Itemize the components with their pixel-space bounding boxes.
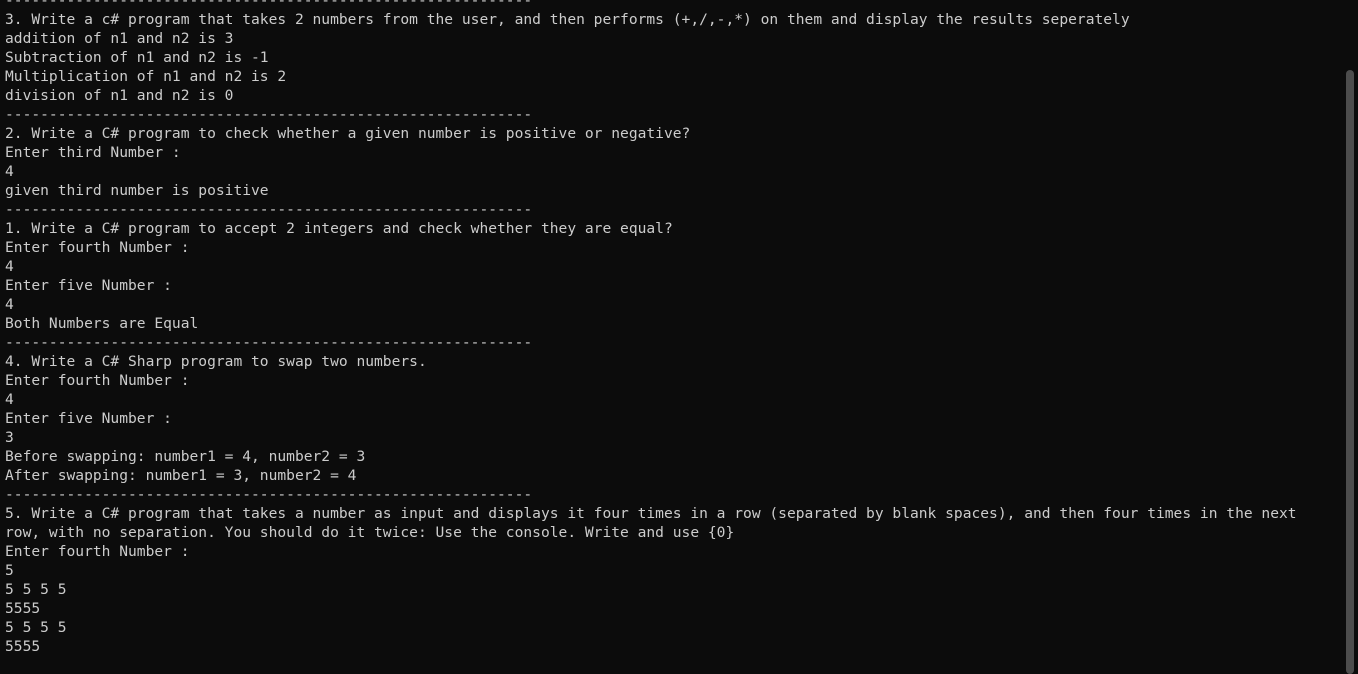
console-line: given third number is positive: [5, 182, 269, 199]
console-line: 5: [5, 562, 14, 579]
console-line: ----------------------------------------…: [5, 0, 533, 9]
console-line: Multiplication of n1 and n2 is 2: [5, 68, 287, 85]
console-line: row, with no separation. You should do i…: [5, 524, 735, 541]
console-line: 5555: [5, 600, 41, 617]
scrollbar-thumb[interactable]: [1346, 70, 1354, 674]
console-line: ----------------------------------------…: [5, 106, 533, 123]
console-line: division of n1 and n2 is 0: [5, 87, 234, 104]
console-line: ----------------------------------------…: [5, 201, 533, 218]
console-output: ----------------------------------------…: [5, 0, 1339, 656]
console-line: Subtraction of n1 and n2 is -1: [5, 49, 269, 66]
console-line: 5 5 5 5: [5, 581, 67, 598]
console-line: 5555: [5, 638, 41, 655]
console-line: 3. Write a c# program that takes 2 numbe…: [5, 11, 1130, 28]
console-line: Enter five Number :: [5, 410, 172, 427]
console-line: 4: [5, 163, 14, 180]
console-line: Enter five Number :: [5, 277, 172, 294]
console-line: 4: [5, 258, 14, 275]
console-line: addition of n1 and n2 is 3: [5, 30, 234, 47]
console-line: Before swapping: number1 = 4, number2 = …: [5, 448, 366, 465]
console-line: ----------------------------------------…: [5, 486, 533, 503]
console-line: 5. Write a C# program that takes a numbe…: [5, 505, 1297, 522]
console-line: 3: [5, 429, 14, 446]
console-line: 1. Write a C# program to accept 2 intege…: [5, 220, 673, 237]
console-line: Enter fourth Number :: [5, 239, 190, 256]
console-line: Enter third Number :: [5, 144, 181, 161]
console-line: ----------------------------------------…: [5, 334, 533, 351]
console-line: 4: [5, 296, 14, 313]
console-line: 2. Write a C# program to check whether a…: [5, 125, 691, 142]
vertical-scrollbar[interactable]: [1344, 0, 1358, 674]
console-line: Enter fourth Number :: [5, 372, 190, 389]
console-line: After swapping: number1 = 3, number2 = 4: [5, 467, 357, 484]
console-line: 4: [5, 391, 14, 408]
console-line: 5 5 5 5: [5, 619, 67, 636]
console-line: 4. Write a C# Sharp program to swap two …: [5, 353, 427, 370]
console-window[interactable]: ----------------------------------------…: [0, 0, 1358, 674]
console-line: Both Numbers are Equal: [5, 315, 199, 332]
console-line: Enter fourth Number :: [5, 543, 190, 560]
